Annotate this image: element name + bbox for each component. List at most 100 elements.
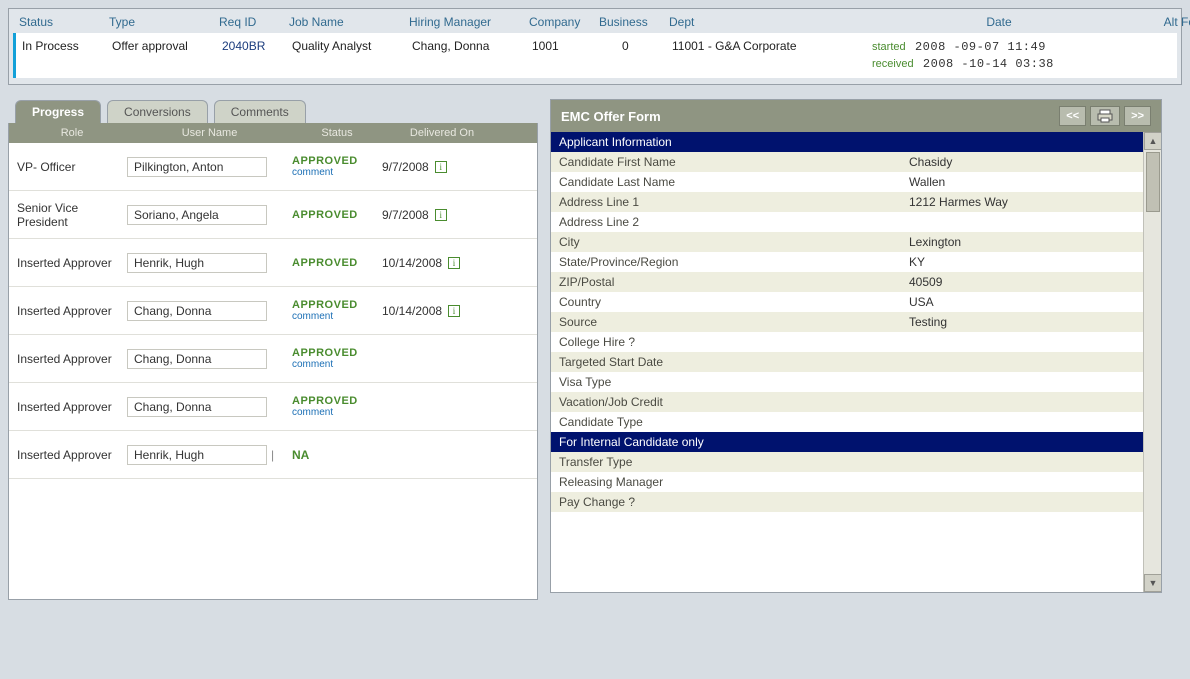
form-row: SourceTesting: [551, 312, 1143, 332]
user-name-field[interactable]: Chang, Donna: [127, 397, 267, 417]
progress-panel: Progress Conversions Comments Role User …: [8, 123, 538, 600]
separator-icon: |: [267, 448, 278, 462]
offer-form-panel: EMC Offer Form << >> Applicant Informati…: [550, 99, 1162, 593]
hdr-role: Role: [17, 127, 127, 139]
progress-row: Inserted ApproverChang, Donna APPROVEDcom…: [9, 335, 537, 383]
form-label: College Hire ?: [559, 335, 909, 349]
hdr-status: Status: [292, 127, 382, 139]
status-cell: NA: [292, 448, 382, 462]
form-label: ZIP/Postal: [559, 275, 909, 289]
form-label: Country: [559, 295, 909, 309]
form-value: [909, 495, 1135, 509]
form-row: Candidate First NameChasidy: [551, 152, 1143, 172]
hdr-delivered: Delivered On: [382, 127, 502, 139]
val-hiring-manager: Chang, Donna: [412, 39, 532, 53]
summary-headers: Status Type Req ID Job Name Hiring Manag…: [13, 11, 1177, 33]
role-cell: Inserted Approver: [17, 352, 127, 366]
started-value: 2008 -09-07 11:49: [915, 40, 1046, 54]
delivered-value: 10/14/2008: [382, 256, 442, 270]
form-label: Transfer Type: [559, 455, 909, 469]
form-value: [909, 355, 1135, 369]
info-icon[interactable]: i: [448, 257, 460, 269]
reqid-link[interactable]: 2040BR: [222, 39, 265, 53]
col-type: Type: [109, 15, 219, 29]
comment-link[interactable]: comment: [292, 311, 382, 322]
form-row: State/Province/RegionKY: [551, 252, 1143, 272]
tabs: Progress Conversions Comments: [9, 100, 537, 123]
progress-row: Senior Vice PresidentSoriano, Angela APPR…: [9, 191, 537, 239]
status-cell: APPROVED: [292, 209, 382, 221]
received-value: 2008 -10-14 03:38: [923, 57, 1054, 71]
form-row: College Hire ?: [551, 332, 1143, 352]
status-value: APPROVED: [292, 209, 382, 221]
summary-grid: Status Type Req ID Job Name Hiring Manag…: [8, 8, 1182, 85]
comment-link[interactable]: comment: [292, 167, 382, 178]
form-label: Address Line 2: [559, 215, 909, 229]
status-value: APPROVED: [292, 347, 382, 359]
form-row: Releasing Manager: [551, 472, 1143, 492]
form-row: Vacation/Job Credit: [551, 392, 1143, 412]
form-value: Lexington: [909, 235, 1135, 249]
progress-header: Role User Name Status Delivered On: [9, 123, 537, 143]
col-jobname: Job Name: [289, 15, 409, 29]
user-name-field[interactable]: Henrik, Hugh: [127, 253, 267, 273]
user-name-field[interactable]: Chang, Donna: [127, 349, 267, 369]
user-name-field[interactable]: Pilkington, Anton: [127, 157, 267, 177]
scrollbar[interactable]: ▲ ▼: [1143, 132, 1161, 592]
delivered-cell: 10/14/2008i: [382, 304, 502, 318]
user-cell: Chang, Donna: [127, 349, 292, 369]
info-icon[interactable]: i: [448, 305, 460, 317]
status-cell: APPROVEDcomment: [292, 347, 382, 370]
form-row: Address Line 11212 Harmes Way: [551, 192, 1143, 212]
form-value: [909, 475, 1135, 489]
form-row: ZIP/Postal40509: [551, 272, 1143, 292]
comment-link[interactable]: comment: [292, 407, 382, 418]
form-body: Applicant InformationCandidate First Nam…: [551, 132, 1143, 592]
form-row: CountryUSA: [551, 292, 1143, 312]
col-dept: Dept: [669, 15, 869, 29]
status-value: APPROVED: [292, 155, 382, 167]
scroll-up-button[interactable]: ▲: [1144, 132, 1161, 150]
progress-row: Inserted ApproverChang, DonnaAPPROVEDcom…: [9, 383, 537, 431]
comment-link[interactable]: comment: [292, 359, 382, 370]
form-value: Wallen: [909, 175, 1135, 189]
form-value: [909, 375, 1135, 389]
status-cell: APPROVEDcomment: [292, 155, 382, 178]
user-name-field[interactable]: Soriano, Angela: [127, 205, 267, 225]
col-altfor: Alt For: [1129, 15, 1190, 29]
col-date: Date: [869, 15, 1129, 29]
scroll-down-button[interactable]: ▼: [1144, 574, 1161, 592]
col-business: Business: [599, 15, 669, 29]
role-cell: Senior Vice President: [17, 201, 127, 229]
form-label: Candidate First Name: [559, 155, 909, 169]
form-row: Transfer Type: [551, 452, 1143, 472]
user-cell: Soriano, Angela: [127, 205, 292, 225]
val-company: 1001: [532, 39, 602, 53]
form-label: Releasing Manager: [559, 475, 909, 489]
info-icon[interactable]: i: [435, 209, 447, 221]
user-name-field[interactable]: Chang, Donna: [127, 301, 267, 321]
form-value: 40509: [909, 275, 1135, 289]
tab-conversions[interactable]: Conversions: [107, 100, 208, 123]
prev-button[interactable]: <<: [1059, 106, 1086, 126]
user-cell: Chang, Donna: [127, 397, 292, 417]
info-icon[interactable]: i: [435, 161, 447, 173]
scroll-thumb[interactable]: [1146, 152, 1160, 212]
started-label: started: [872, 41, 906, 53]
delivered-cell: 9/7/2008 i: [382, 208, 502, 222]
form-row: Candidate Type: [551, 412, 1143, 432]
form-title: EMC Offer Form: [561, 109, 661, 124]
tab-comments[interactable]: Comments: [214, 100, 306, 123]
form-label: Pay Change ?: [559, 495, 909, 509]
form-value: [909, 455, 1135, 469]
role-cell: Inserted Approver: [17, 256, 127, 270]
tab-progress[interactable]: Progress: [15, 100, 101, 123]
user-name-field[interactable]: Henrik, Hugh: [127, 445, 267, 465]
next-button[interactable]: >>: [1124, 106, 1151, 126]
status-cell: APPROVEDcomment: [292, 395, 382, 418]
print-button[interactable]: [1090, 106, 1120, 126]
section-header: Applicant Information: [551, 132, 1143, 152]
val-business: 0: [602, 39, 672, 53]
status-cell: APPROVED: [292, 257, 382, 269]
delivered-value: 9/7/2008: [382, 208, 429, 222]
